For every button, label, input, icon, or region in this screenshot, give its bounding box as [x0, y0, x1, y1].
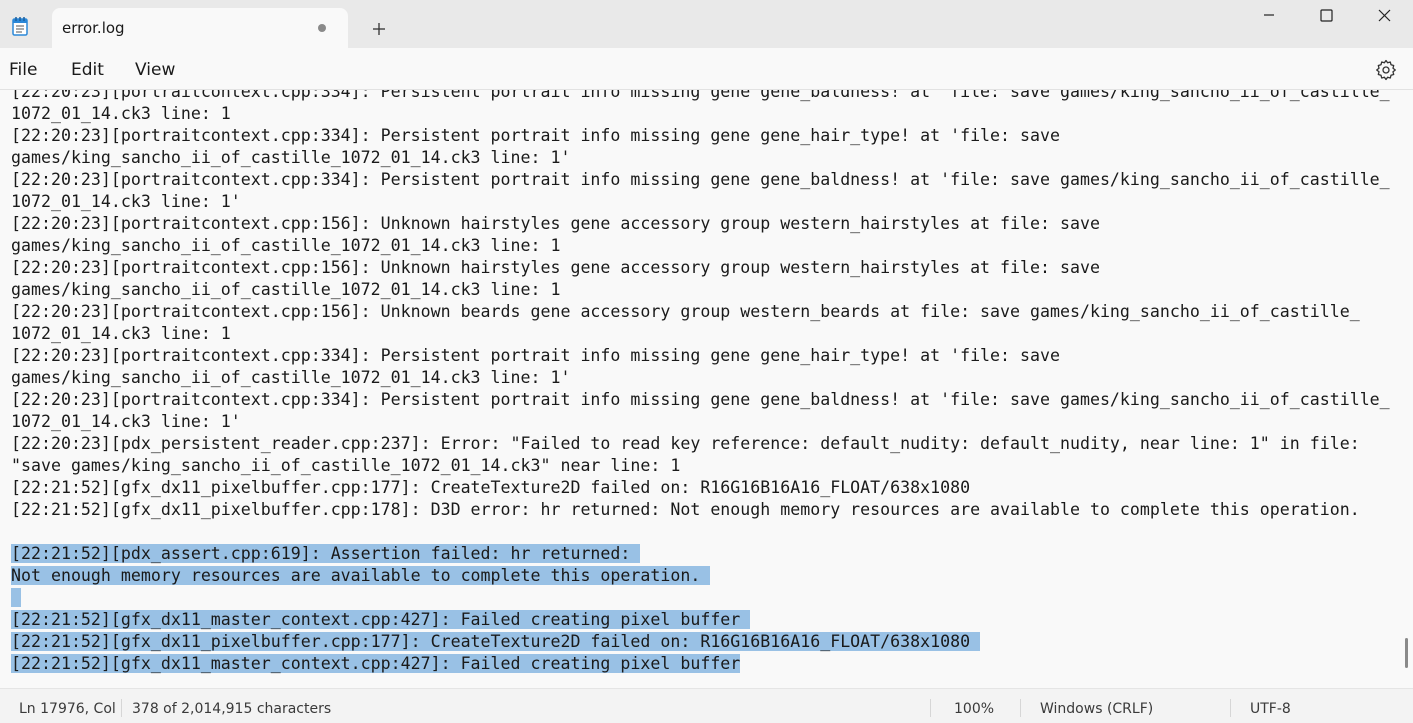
text-line[interactable]: [22:20:23][pdx_persistent_reader.cpp:237… — [11, 433, 1390, 455]
text-line[interactable]: [22:20:23][portraitcontext.cpp:156]: Unk… — [11, 301, 1390, 323]
line-text: 1072_01_14.ck3 line: 1' — [11, 412, 241, 431]
line-text: [22:20:23][pdx_persistent_reader.cpp:237… — [11, 434, 1360, 453]
text-line[interactable]: [22:20:23][portraitcontext.cpp:156]: Unk… — [11, 257, 1390, 279]
text-line[interactable]: [22:20:23][portraitcontext.cpp:334]: Per… — [11, 90, 1390, 103]
line-text: 1072_01_14.ck3 line: 1 — [11, 324, 231, 343]
plus-icon[interactable] — [364, 14, 394, 44]
maximize-icon[interactable] — [1298, 0, 1356, 32]
line-text: games/king_sancho_ii_of_castille_1072_01… — [11, 368, 571, 387]
menu-file[interactable]: File — [9, 60, 37, 80]
text-line[interactable]: 1072_01_14.ck3 line: 1' — [11, 191, 1390, 213]
text-line[interactable]: [22:20:23][portraitcontext.cpp:334]: Per… — [11, 345, 1390, 367]
line-text: [22:20:23][portraitcontext.cpp:334]: Per… — [11, 126, 1060, 145]
text-line[interactable]: 1072_01_14.ck3 line: 1 — [11, 323, 1390, 345]
text-line[interactable]: [22:21:52][gfx_dx11_pixelbuffer.cpp:178]… — [11, 499, 1390, 521]
line-ending[interactable]: Windows (CRLF) — [1040, 701, 1153, 717]
unsaved-dot-icon[interactable] — [318, 24, 326, 32]
text-editor[interactable]: [22:20:23][portraitcontext.cpp:334]: Per… — [0, 90, 1402, 688]
menu-edit[interactable]: Edit — [71, 60, 104, 80]
selected-text: [22:21:52][gfx_dx11_master_context.cpp:4… — [11, 654, 741, 673]
line-text: 1072_01_14.ck3 line: 1 — [11, 104, 231, 123]
status-separator — [121, 699, 122, 717]
line-text: [22:20:23][portraitcontext.cpp:334]: Per… — [11, 170, 1390, 189]
line-text: [22:21:52][gfx_dx11_pixelbuffer.cpp:178]… — [11, 500, 1360, 519]
text-line[interactable]: games/king_sancho_ii_of_castille_1072_01… — [11, 235, 1390, 257]
minimize-icon[interactable] — [1241, 0, 1299, 32]
status-separator — [930, 699, 931, 717]
encoding[interactable]: UTF-8 — [1250, 701, 1291, 717]
text-line[interactable]: 1072_01_14.ck3 line: 1 — [11, 103, 1390, 125]
text-line[interactable]: [22:21:52][gfx_dx11_master_context.cpp:4… — [11, 653, 1390, 675]
character-count: 378 of 2,014,915 characters — [132, 701, 332, 717]
text-line[interactable] — [11, 521, 1390, 543]
line-text: [22:20:23][portraitcontext.cpp:334]: Per… — [11, 90, 1390, 101]
title-bar: error.log — [0, 0, 1413, 48]
text-line[interactable]: games/king_sancho_ii_of_castille_1072_01… — [11, 147, 1390, 169]
line-text: 1072_01_14.ck3 line: 1' — [11, 192, 241, 211]
scrollbar-thumb[interactable] — [1405, 638, 1408, 668]
line-text: games/king_sancho_ii_of_castille_1072_01… — [11, 280, 561, 299]
line-text: [22:20:23][portraitcontext.cpp:156]: Unk… — [11, 302, 1360, 321]
text-line[interactable]: [22:20:23][portraitcontext.cpp:334]: Per… — [11, 125, 1390, 147]
text-line[interactable]: [22:21:52][gfx_dx11_master_context.cpp:4… — [11, 609, 1390, 631]
line-text: games/king_sancho_ii_of_castille_1072_01… — [11, 236, 561, 255]
line-text: [22:21:52][gfx_dx11_pixelbuffer.cpp:177]… — [11, 478, 971, 497]
line-text: [22:20:23][portraitcontext.cpp:156]: Unk… — [11, 258, 1100, 277]
text-line[interactable] — [11, 587, 1390, 609]
line-text: "save games/king_sancho_ii_of_castille_1… — [11, 456, 681, 475]
selected-text: [22:21:52][pdx_assert.cpp:619]: Assertio… — [11, 544, 641, 563]
status-separator — [1020, 699, 1021, 717]
text-line[interactable]: [22:20:23][portraitcontext.cpp:334]: Per… — [11, 389, 1390, 411]
text-line[interactable]: "save games/king_sancho_ii_of_castille_1… — [11, 455, 1390, 477]
text-content[interactable]: [22:20:23][portraitcontext.cpp:334]: Per… — [11, 90, 1390, 675]
text-line[interactable]: [22:20:23][portraitcontext.cpp:334]: Per… — [11, 169, 1390, 191]
text-line[interactable]: [22:21:52][gfx_dx11_pixelbuffer.cpp:177]… — [11, 477, 1390, 499]
gear-icon[interactable] — [1374, 58, 1398, 82]
text-line[interactable]: [22:21:52][pdx_assert.cpp:619]: Assertio… — [11, 543, 1390, 565]
line-text: [22:20:23][portraitcontext.cpp:334]: Per… — [11, 346, 1060, 365]
notepad-icon — [12, 17, 28, 36]
selected-text: [22:21:52][gfx_dx11_master_context.cpp:4… — [11, 610, 751, 629]
text-line[interactable]: 1072_01_14.ck3 line: 1' — [11, 411, 1390, 433]
text-line[interactable]: games/king_sancho_ii_of_castille_1072_01… — [11, 367, 1390, 389]
menu-view[interactable]: View — [135, 60, 175, 80]
zoom-level[interactable]: 100% — [954, 701, 994, 717]
line-text: games/king_sancho_ii_of_castille_1072_01… — [11, 148, 571, 167]
status-separator — [1230, 699, 1231, 717]
tab-error-log[interactable]: error.log — [52, 8, 348, 48]
text-line[interactable]: Not enough memory resources are availabl… — [11, 565, 1390, 587]
close-icon[interactable] — [1356, 0, 1413, 32]
line-text: [22:20:23][portraitcontext.cpp:156]: Unk… — [11, 214, 1100, 233]
line-text: [22:20:23][portraitcontext.cpp:334]: Per… — [11, 390, 1390, 409]
vertical-scrollbar[interactable] — [1403, 90, 1413, 688]
text-line[interactable]: [22:21:52][gfx_dx11_pixelbuffer.cpp:177]… — [11, 631, 1390, 653]
text-line[interactable]: games/king_sancho_ii_of_castille_1072_01… — [11, 279, 1390, 301]
menu-bar: File Edit View — [0, 48, 1413, 90]
cursor-position[interactable]: Ln 17976, Col — [19, 701, 116, 717]
text-line[interactable]: [22:20:23][portraitcontext.cpp:156]: Unk… — [11, 213, 1390, 235]
tab-title: error.log — [62, 19, 125, 37]
selected-text: [22:21:52][gfx_dx11_pixelbuffer.cpp:177]… — [11, 632, 981, 651]
selected-text: Not enough memory resources are availabl… — [11, 566, 711, 585]
status-bar: Ln 17976, Col 378 of 2,014,915 character… — [0, 688, 1413, 723]
selected-text — [11, 588, 21, 607]
